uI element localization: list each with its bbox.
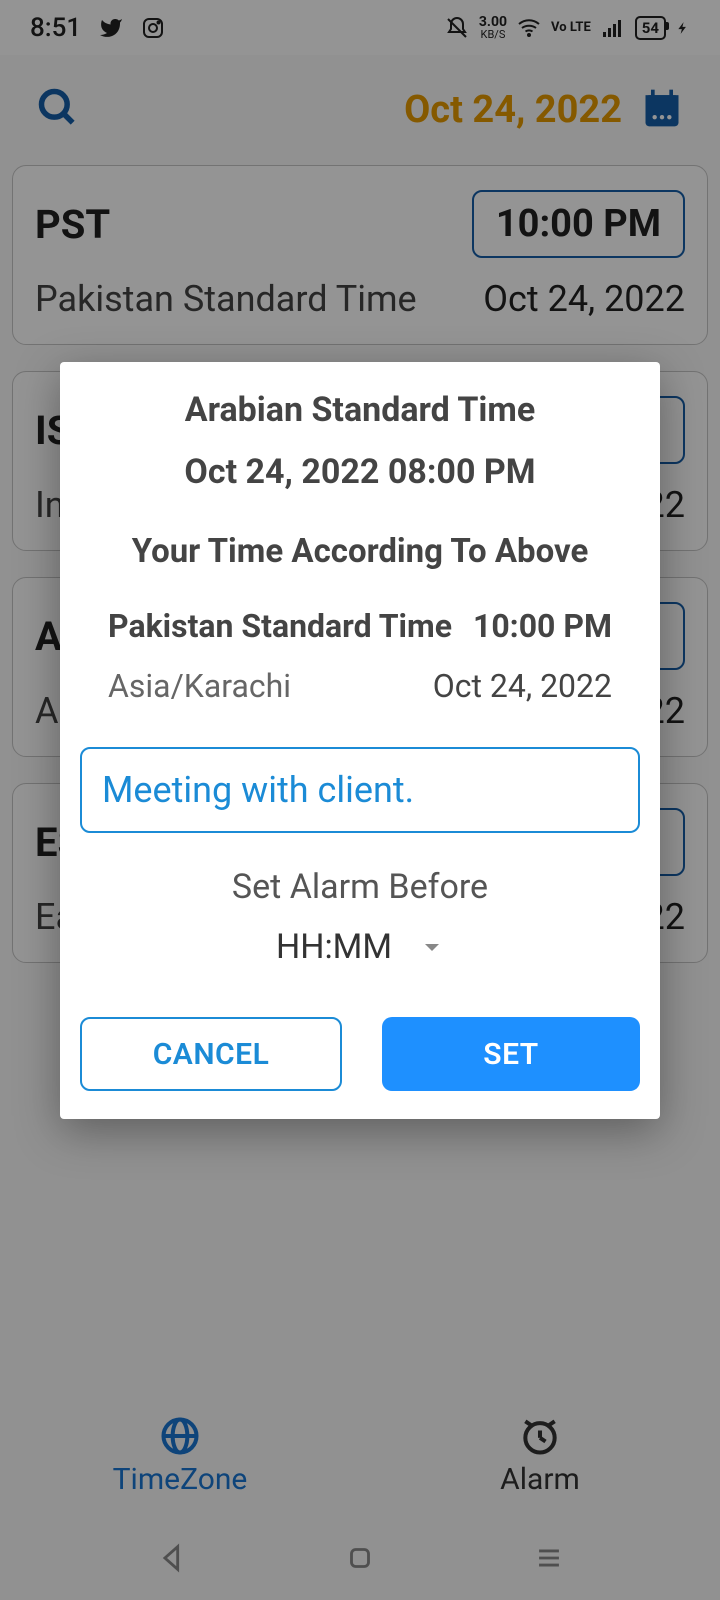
dialog-zone-id: Asia/Karachi [108,667,291,705]
alarm-offset-picker[interactable]: HH:MM [80,927,640,967]
dialog-source-timezone: Arabian Standard Time [80,390,640,430]
set-button[interactable]: SET [382,1017,640,1091]
alarm-offset-value: HH:MM [276,927,392,967]
dialog-source-datetime: Oct 24, 2022 08:00 PM [80,452,640,492]
chevron-down-icon [420,935,444,959]
dialog-subheading: Your Time According To Above [80,532,640,571]
dialog-your-date: Oct 24, 2022 [433,667,612,705]
set-alarm-before-label: Set Alarm Before [80,867,640,907]
dialog-your-timezone: Pakistan Standard Time [108,607,452,645]
dialog-actions: CANCEL SET [80,1017,640,1091]
set-alarm-dialog: Arabian Standard Time Oct 24, 2022 08:00… [60,362,660,1119]
modal-overlay[interactable]: Arabian Standard Time Oct 24, 2022 08:00… [0,0,720,1600]
dialog-your-time: 10:00 PM [473,607,612,645]
cancel-button[interactable]: CANCEL [80,1017,342,1091]
alarm-title-input[interactable] [80,747,640,833]
